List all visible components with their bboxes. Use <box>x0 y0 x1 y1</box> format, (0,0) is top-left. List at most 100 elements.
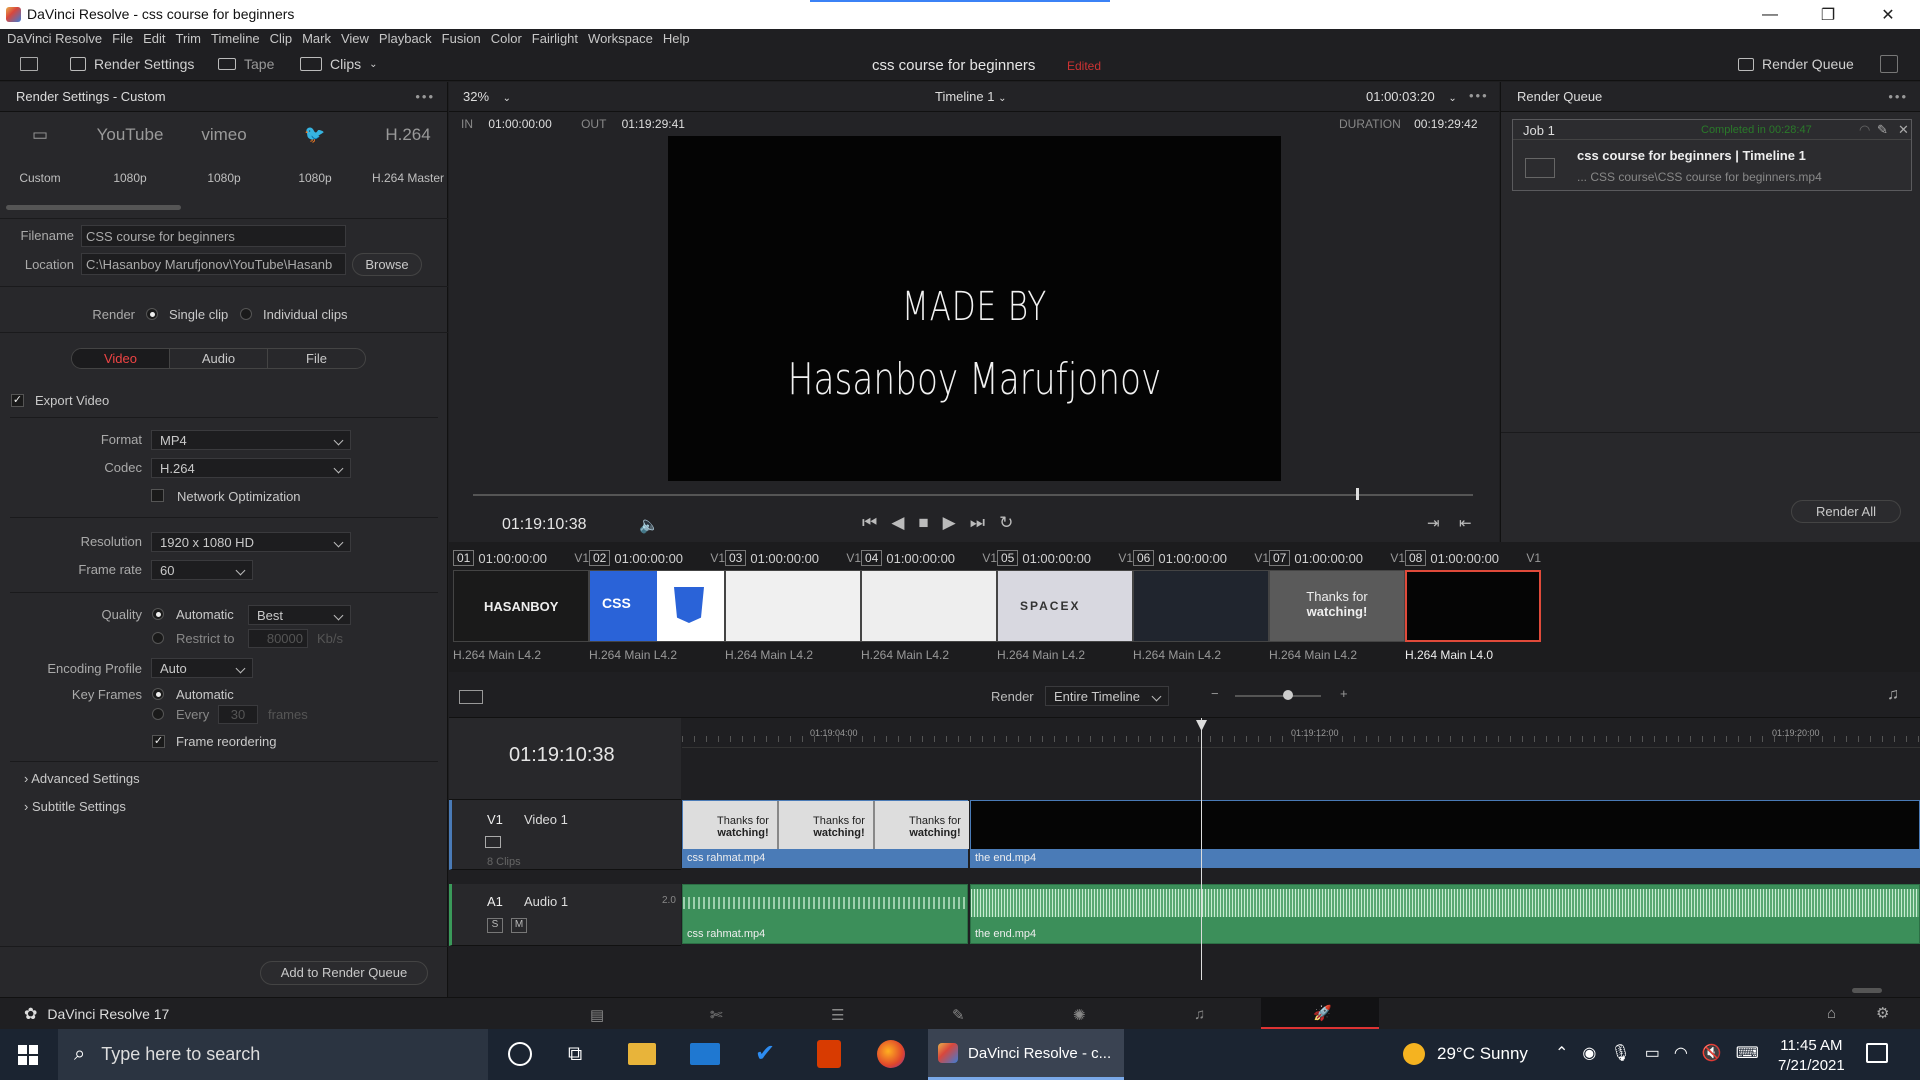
scrubber-track[interactable] <box>473 494 1473 496</box>
render-range-select[interactable]: Entire Timeline <box>1045 686 1169 706</box>
play-icon[interactable]: ▶ <box>943 513 956 533</box>
quality-select[interactable]: Best <box>248 605 351 625</box>
zoom-select[interactable]: 32% ⌄ <box>463 89 511 104</box>
preset-twitter[interactable]: 🐦 1080p <box>275 115 355 185</box>
menu-item-edit[interactable]: Edit <box>138 29 170 48</box>
tray-chevron-up-icon[interactable]: ⌃ <box>1555 1043 1568 1063</box>
mute-button[interactable]: M <box>511 918 527 933</box>
clip-thumbnail[interactable]: 03 01:00:00:00 V1 H.264 Main L4.2 <box>725 548 861 662</box>
frame-reordering-checkbox[interactable]: ✓ <box>152 735 165 748</box>
music-note-icon[interactable]: ♫ <box>1887 686 1899 704</box>
menu-item-color[interactable]: Color <box>486 29 527 48</box>
menu-item-mark[interactable]: Mark <box>297 29 336 48</box>
clip-thumbnail[interactable]: 02 01:00:00:00 V1 CSS H.264 Main L4.2 <box>589 548 725 662</box>
zoom-out-icon[interactable]: − <box>1211 686 1219 701</box>
restrict-value-input[interactable] <box>248 629 308 648</box>
options-menu-icon[interactable]: ••• <box>1888 89 1908 104</box>
location-input[interactable] <box>81 253 346 275</box>
clip-thumbnail[interactable]: 08 01:00:00:00 V1 H.264 Main L4.0 <box>1405 548 1541 662</box>
options-menu-icon[interactable]: ••• <box>415 89 435 104</box>
subtitle-settings-toggle[interactable]: › Subtitle Settings <box>24 799 126 814</box>
close-icon[interactable]: ✕ <box>1898 122 1909 138</box>
loop-icon[interactable]: ↻ <box>999 513 1013 533</box>
timeline-select[interactable]: Timeline 1 ⌄ <box>935 89 1007 104</box>
windows-start-icon[interactable] <box>18 1045 38 1065</box>
menu-item-view[interactable]: View <box>336 29 374 48</box>
volume-icon[interactable]: 🔈 <box>639 515 659 535</box>
mark-in-icon[interactable]: ⇤ <box>1459 514 1472 532</box>
mail-icon[interactable] <box>690 1043 720 1065</box>
codec-select[interactable]: H.264 <box>151 458 351 478</box>
tray-camera-icon[interactable]: ◉ <box>1582 1043 1596 1063</box>
export-video-checkbox[interactable]: ✓ <box>11 394 24 407</box>
single-clip-radio[interactable] <box>146 308 158 320</box>
settings-gear-icon[interactable]: ⚙ <box>1876 1004 1889 1022</box>
key-frames-every-input[interactable] <box>218 705 258 724</box>
restore-button[interactable]: ❐ <box>1805 0 1851 29</box>
encoding-profile-select[interactable]: Auto <box>151 658 253 678</box>
stop-icon[interactable]: ■ <box>918 513 928 533</box>
menu-item-trim[interactable]: Trim <box>171 29 207 48</box>
color-page-icon[interactable]: ✺ <box>1073 1006 1086 1024</box>
menu-item-timeline[interactable]: Timeline <box>206 29 265 48</box>
timeline-view-icon[interactable] <box>459 690 483 704</box>
track-monitor-icon[interactable] <box>485 836 501 848</box>
cut-page-icon[interactable]: ✄ <box>710 1006 723 1024</box>
menu-item-davinci-resolve[interactable]: DaVinci Resolve <box>2 29 107 48</box>
quality-automatic-radio[interactable] <box>152 608 164 620</box>
video-clip-the-end[interactable]: the end.mp4 <box>970 800 1920 868</box>
render-queue-toggle[interactable]: Render Queue <box>1738 56 1854 72</box>
deliver-page-tab[interactable]: 🚀 <box>1261 998 1379 1029</box>
tray-volume-muted-icon[interactable]: 🔇 <box>1702 1043 1722 1063</box>
notifications-icon[interactable] <box>1866 1043 1888 1063</box>
audio-clip-css-rahmat[interactable]: css rahmat.mp4 <box>682 884 968 944</box>
tray-microphone-icon[interactable]: 🎙 <box>1610 1043 1630 1063</box>
filename-input[interactable] <box>81 225 346 247</box>
preset-custom[interactable]: ▭ Custom <box>0 115 80 185</box>
zoom-slider-track[interactable] <box>1235 695 1321 697</box>
monitor-icon[interactable] <box>20 57 38 71</box>
render-job-card[interactable]: Job 1 Completed in 00:28:47 ◠ ✎ ✕ css co… <box>1512 119 1912 191</box>
menu-item-clip[interactable]: Clip <box>265 29 297 48</box>
clips-toggle[interactable]: Clips ⌄ <box>300 56 378 72</box>
clip-thumbnail[interactable]: 06 01:00:00:00 V1 H.264 Main L4.2 <box>1133 548 1269 662</box>
add-to-render-queue-button[interactable]: Add to Render Queue <box>260 961 428 985</box>
viewer-options-icon[interactable]: ••• <box>1469 88 1489 103</box>
scrubber-handle[interactable] <box>1356 488 1359 500</box>
collapse-icon[interactable] <box>1880 55 1898 73</box>
taskbar-davinci-app[interactable]: DaVinci Resolve - c... <box>928 1029 1124 1080</box>
key-frames-automatic-radio[interactable] <box>152 688 164 700</box>
resolution-select[interactable]: 1920 x 1080 HD <box>151 532 351 552</box>
timeline-ruler[interactable]: 01:19:04:00 01:19:12:00 01:19:20:00 <box>682 718 1920 748</box>
media-page-icon[interactable]: ▤ <box>590 1006 604 1024</box>
firefox-icon[interactable] <box>877 1040 905 1068</box>
network-optimization-checkbox[interactable] <box>151 489 164 502</box>
restrict-to-radio[interactable] <box>152 632 164 644</box>
edit-icon[interactable]: ✎ <box>1877 122 1888 138</box>
zoom-slider-handle[interactable] <box>1283 690 1293 700</box>
weather-text[interactable]: 29°C Sunny <box>1437 1044 1528 1064</box>
render-settings-toggle[interactable]: Render Settings <box>70 56 194 72</box>
framerate-select[interactable]: 60 <box>151 560 253 580</box>
taskbar-search-box[interactable]: ⌕ Type here to search <box>58 1029 488 1080</box>
home-icon[interactable]: ⌂ <box>1827 1005 1836 1022</box>
menu-item-workspace[interactable]: Workspace <box>583 29 658 48</box>
key-frames-every-radio[interactable] <box>152 708 164 720</box>
menu-item-help[interactable]: Help <box>658 29 695 48</box>
menu-item-playback[interactable]: Playback <box>374 29 437 48</box>
viewer-timecode-select[interactable]: 01:00:03:20 ⌄ <box>1366 89 1457 104</box>
format-select[interactable]: MP4 <box>151 430 351 450</box>
tape-toggle[interactable]: Tape <box>218 56 274 72</box>
file-explorer-icon[interactable] <box>628 1043 656 1065</box>
menu-item-file[interactable]: File <box>107 29 138 48</box>
tab-video[interactable]: Video <box>72 349 169 368</box>
todo-icon[interactable]: ✔ <box>755 1039 775 1068</box>
render-all-button[interactable]: Render All <box>1791 500 1901 523</box>
clip-thumbnail[interactable]: 04 01:00:00:00 V1 H.264 Main L4.2 <box>861 548 997 662</box>
tab-audio[interactable]: Audio <box>169 349 268 368</box>
browse-button[interactable]: Browse <box>352 253 422 276</box>
jump-end-icon[interactable]: ⏭ <box>970 513 985 533</box>
cortana-icon[interactable] <box>508 1042 532 1066</box>
video-clip-css-rahmat[interactable]: Thanks for watching! Thanks for watching! … <box>682 800 969 868</box>
jump-start-icon[interactable]: ⏮ <box>862 513 877 533</box>
